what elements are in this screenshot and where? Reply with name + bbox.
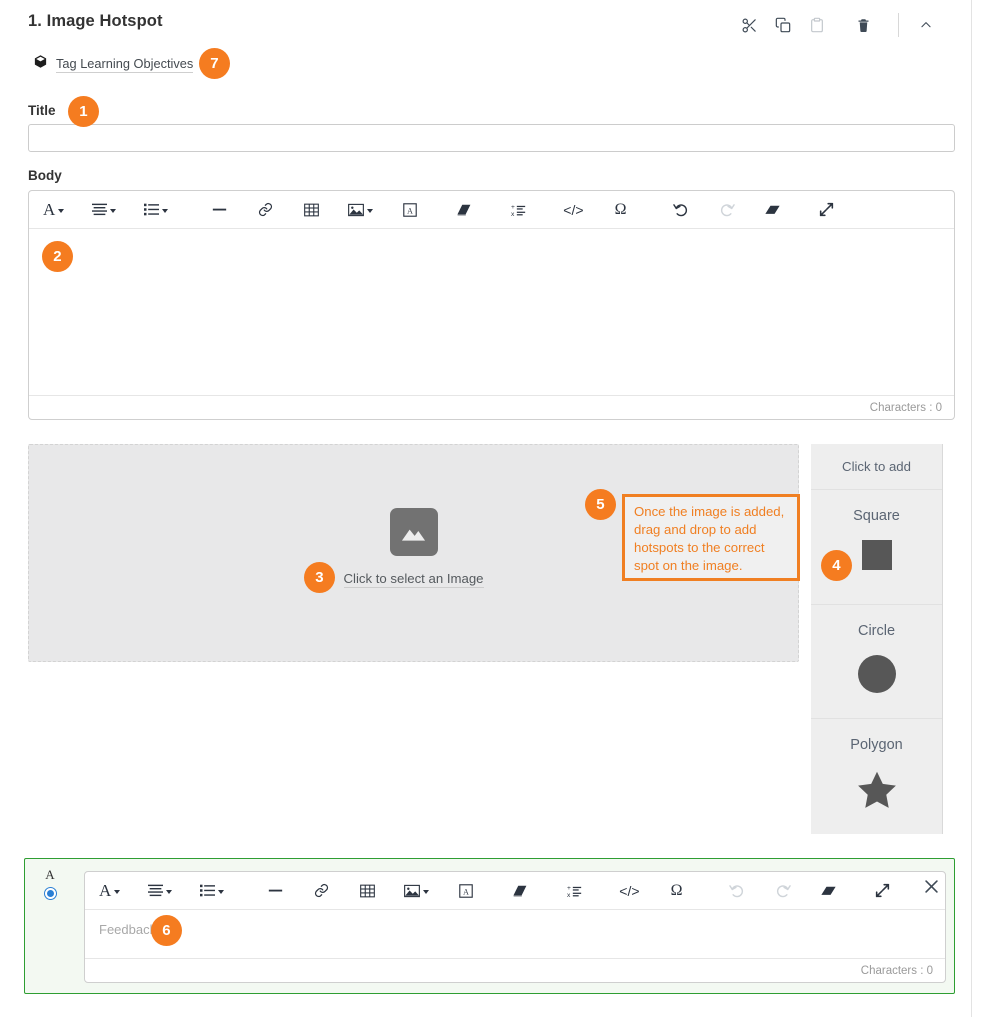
font-style-icon[interactable]: A [95,876,124,906]
cube-icon [33,54,48,74]
redo-icon[interactable] [770,876,796,906]
question-toolbar [732,10,943,40]
hotspot-instruction-callout: Once the image is added, drag and drop t… [622,494,800,581]
equation-icon[interactable]: + x [505,195,531,225]
body-rich-text-editor: A A + x </> Ω Characters: 0 [28,190,955,420]
special-character-icon[interactable]: Ω [608,195,634,225]
shapes-panel-header: Click to add [811,444,942,490]
table-icon[interactable] [298,195,324,225]
body-editor-content[interactable] [29,229,954,395]
image-icon[interactable] [344,195,377,225]
text-box-icon[interactable]: A [453,876,479,906]
svg-text:x: x [567,891,571,897]
feedback-character-counter: Characters : 0 [85,958,945,982]
step-badge-3: 3 [304,562,335,593]
toolbar-divider [898,13,899,37]
feedback-rich-text-editor: A A + x </> Ω Feedback Characters: 0 [84,871,946,983]
circle-shape[interactable] [857,654,896,693]
source-code-icon[interactable]: </> [559,195,587,225]
redo-icon[interactable] [714,195,740,225]
link-icon[interactable] [308,876,334,906]
answer-choice-letter: A [45,867,55,882]
page-title: 1. Image Hotspot [28,12,163,30]
answer-choice-radio[interactable] [43,887,57,900]
star-shape[interactable] [855,769,899,811]
title-input[interactable] [28,124,955,152]
step-badge-6: 6 [151,915,182,946]
tag-learning-objectives-link[interactable]: Tag Learning Objectives [33,54,194,74]
tag-learning-objectives-label: Tag Learning Objectives [56,55,194,73]
book-icon[interactable] [507,876,533,906]
close-icon[interactable] [920,875,942,897]
clear-format-icon[interactable] [760,195,786,225]
list-icon[interactable] [140,195,172,225]
equation-icon[interactable]: + x [561,876,587,906]
shape-option-circle[interactable]: Circle [811,605,942,719]
body-label: Body [28,168,62,183]
shape-label-circle: Circle [857,622,896,639]
image-placeholder-icon [389,508,438,556]
fullscreen-icon[interactable] [814,195,840,225]
body-character-counter: Characters : 0 [29,395,954,419]
align-icon[interactable] [144,876,176,906]
copy-icon[interactable] [766,10,800,40]
shape-label-polygon: Polygon [850,737,903,753]
align-icon[interactable] [88,195,120,225]
link-icon[interactable] [252,195,278,225]
paste-icon[interactable] [800,10,834,40]
body-editor-toolbar: A A + x </> Ω [29,191,954,229]
image-icon[interactable] [400,876,433,906]
fullscreen-icon[interactable] [870,876,896,906]
collapse-icon[interactable] [909,10,943,40]
list-icon[interactable] [196,876,228,906]
shape-option-square[interactable]: Square [811,490,942,605]
square-shape[interactable] [861,540,892,570]
answer-choice-selector: A [35,867,65,900]
step-badge-5: 5 [585,489,616,520]
book-icon[interactable] [451,195,477,225]
svg-text:A: A [407,206,413,215]
source-code-icon[interactable]: </> [615,876,643,906]
feedback-editor-toolbar: A A + x </> Ω [85,872,945,910]
cut-icon[interactable] [732,10,766,40]
svg-text:x: x [511,210,515,216]
svg-text:A: A [463,887,469,896]
shape-option-polygon[interactable]: Polygon [811,719,942,834]
text-box-icon[interactable]: A [397,195,423,225]
step-badge-4: 4 [821,550,852,581]
clear-format-icon[interactable] [816,876,842,906]
feedback-editor-content[interactable]: Feedback [85,910,945,958]
undo-icon[interactable] [724,876,750,906]
horizontal-rule-icon[interactable] [206,195,232,225]
horizontal-rule-icon[interactable] [262,876,288,906]
question-header: 1. Image Hotspot [28,10,943,46]
feedback-placeholder: Feedback [99,922,157,937]
shapes-panel: Click to add Square Circle Polygon [811,444,943,834]
shape-label-square: Square [853,508,900,524]
step-badge-7: 7 [199,48,230,79]
delete-icon[interactable] [846,10,880,40]
page-right-border [971,0,972,1017]
question-editor-page: 1. Image Hotspot Tag Learning Objectives… [0,0,985,1017]
table-icon[interactable] [354,876,380,906]
font-style-icon[interactable]: A [39,195,68,225]
undo-icon[interactable] [668,195,694,225]
title-label: Title [28,103,56,118]
select-image-label[interactable]: Click to select an Image [343,571,484,588]
step-badge-1: 1 [68,96,99,127]
special-character-icon[interactable]: Ω [664,876,690,906]
step-badge-2: 2 [42,241,73,272]
